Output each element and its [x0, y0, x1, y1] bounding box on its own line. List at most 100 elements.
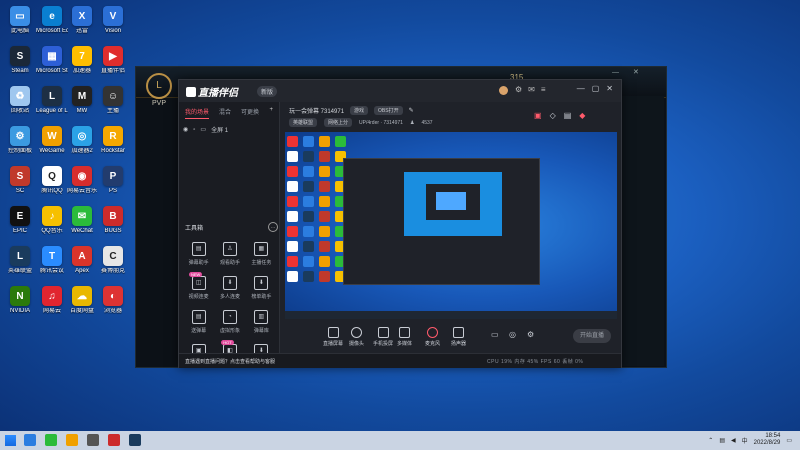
desktop-shortcut[interactable]: C 赛博朋克	[97, 246, 129, 286]
desktop-shortcut[interactable]: ◎ 加速器2	[66, 126, 98, 166]
toolbox-item[interactable]: ◫ 视频连麦 NEW	[183, 272, 214, 300]
maximize-icon[interactable]: ▢	[592, 84, 600, 93]
desktop-shortcut[interactable]: P PS	[97, 166, 129, 206]
desktop-shortcut[interactable]: X 迅雷	[66, 6, 98, 46]
tab-my-scenes[interactable]: 我的场景	[185, 107, 210, 119]
desktop-shortcut[interactable]: N NVIDIA	[4, 286, 36, 326]
desktop-shortcut[interactable]: ♫ 网易云	[36, 286, 68, 326]
taskbar-app-icon[interactable]	[108, 434, 120, 446]
settings-icon[interactable]: ◎	[509, 330, 516, 339]
taskbar-app-icon[interactable]	[129, 434, 141, 446]
control-button[interactable]: 直播屏幕	[323, 327, 343, 347]
desktop-shortcut[interactable]: W WeGame	[36, 126, 68, 166]
desktop-shortcut[interactable]: 7 加速器	[66, 46, 98, 86]
toolbox-more-icon[interactable]: …	[268, 222, 278, 232]
toolbox-grid: ▤ 弹幕助手 ♙ 观看助手 ▦ 主播任务 ◫ 视频连麦 NEW ⬇ 多人连麦 ⬇ 榜单助手 ▤ 送弹幕 ◔ 虚拟…	[183, 242, 277, 368]
gift-icon[interactable]: ▣	[534, 111, 542, 120]
desktop-shortcut[interactable]: Q 腾讯QQ	[36, 166, 68, 206]
help-notice[interactable]: 直播遇到直播问题？点击查看帮助与客服	[185, 358, 275, 365]
desktop-shortcut[interactable]: L 英雄联盟	[4, 246, 36, 286]
toolbox-item[interactable]: ♙ 观看助手	[214, 242, 245, 266]
desktop-shortcut[interactable]: ♻ 回收站	[4, 86, 36, 126]
game-window-controls[interactable]: — ✕	[612, 68, 645, 76]
desktop-shortcut[interactable]: ▭ 此电脑	[4, 6, 36, 46]
control-button[interactable]: 摄像头	[349, 327, 364, 347]
fire-icon[interactable]: ◆	[579, 111, 585, 120]
chevron-up-icon[interactable]: ⌃	[708, 437, 713, 444]
category-pill[interactable]: 英雄联盟	[289, 118, 318, 127]
gear-icon[interactable]: ⚙	[527, 330, 534, 339]
control-button[interactable]: 手机投屏	[373, 327, 393, 347]
clock[interactable]: 18:54 2022/8/29	[754, 433, 781, 447]
bell-icon[interactable]: ◇	[550, 111, 556, 120]
obs-pill[interactable]: OBS打开	[374, 106, 403, 115]
settings-icon[interactable]: ⚙	[515, 85, 522, 94]
desktop-shortcut[interactable]: B BUGS	[97, 206, 129, 246]
game-pvp-tab[interactable]: PVP	[152, 100, 166, 107]
room-name[interactable]: 玩一会弹幕 7314971	[289, 106, 344, 115]
taskbar-app-icon[interactable]	[66, 434, 78, 446]
toolbox-item[interactable]: ◔ 虚拟形象	[214, 310, 245, 334]
desktop-shortcut[interactable]: ☁ 百度网盘	[66, 286, 98, 326]
lock-icon[interactable]: ▫	[193, 127, 195, 133]
desktop-shortcut[interactable]: V Vision	[97, 6, 129, 46]
desktop-shortcut[interactable]: S Steam	[4, 46, 36, 86]
start-live-button[interactable]: 开始直播	[573, 329, 611, 343]
toolbox-item[interactable]: ▤ 送弹幕	[183, 310, 214, 334]
close-icon[interactable]: ✕	[606, 84, 613, 93]
desktop-shortcut[interactable]: ☺ 主播	[97, 86, 129, 126]
desktop-shortcut[interactable]: ♪ QQ音乐	[36, 206, 68, 246]
desktop-shortcut[interactable]: L League of Legends	[36, 86, 68, 126]
stream-preview[interactable]	[285, 132, 617, 319]
desktop-shortcut[interactable]: ◉ 网易云音乐	[66, 166, 98, 206]
eye-icon[interactable]: ◉	[183, 126, 188, 133]
streaming-app-window[interactable]: 直播伴侣 新版 ⚙ ✉ ≡ — ▢ ✕ 我的场景 混合 可更换 + ◉ ▫ ▭ …	[178, 79, 622, 368]
start-icon[interactable]	[5, 435, 16, 446]
toolbox-item[interactable]: ⬇ 榜单助手	[246, 276, 277, 300]
avatar[interactable]	[499, 86, 508, 95]
preview-icon	[303, 151, 314, 162]
desktop-shortcut[interactable]: ✉ WeChat	[66, 206, 98, 246]
edit-icon[interactable]: ✎	[409, 107, 414, 114]
desktop-shortcut[interactable]: ▶ 直播伴侣	[97, 46, 129, 86]
desktop-shortcut[interactable]: E EPIC	[4, 206, 36, 246]
desktop-shortcut[interactable]: ◐ 浏览器	[97, 286, 129, 326]
desktop-shortcut[interactable]: R Rockstar	[97, 126, 129, 166]
preview-taskbar	[285, 311, 617, 319]
toolbox-item[interactable]: ⬇ 多人连麦	[214, 276, 245, 300]
desktop-shortcut[interactable]: e Microsoft Edge	[36, 6, 68, 46]
chart-icon[interactable]: ▤	[564, 111, 572, 120]
minimize-icon[interactable]: —	[577, 84, 585, 93]
desktop-shortcut[interactable]: T 腾讯会议	[36, 246, 68, 286]
taskbar-app-icon[interactable]	[24, 434, 36, 446]
category-label[interactable]: 网络上分	[324, 118, 353, 127]
preview-icon	[319, 256, 330, 267]
add-scene-icon[interactable]: +	[269, 107, 273, 119]
room-tag[interactable]: 游戏	[350, 106, 369, 115]
ime-icon[interactable]: 中	[742, 436, 748, 445]
toolbox-item[interactable]: ▤ 弹幕助手	[183, 242, 214, 266]
camera-icon[interactable]: ▭	[491, 330, 499, 339]
control-button[interactable]: 多媒体	[397, 327, 412, 347]
desktop-shortcut[interactable]: S SC	[4, 166, 36, 206]
desktop-shortcut[interactable]: ▦ Microsoft Store	[36, 46, 68, 86]
taskbar-app-icon[interactable]	[87, 434, 99, 446]
tool-label: 视频连麦	[188, 294, 209, 300]
network-icon[interactable]: ▤	[719, 437, 725, 444]
toolbox-item[interactable]: ▥ 弹幕库	[246, 310, 277, 334]
scene-item[interactable]: ◉ ▫ ▭ 全屏 1	[183, 125, 275, 135]
message-icon[interactable]: ✉	[528, 85, 535, 94]
tab-mix[interactable]: 混合	[219, 107, 231, 119]
tab-replace[interactable]: 可更换	[241, 107, 259, 119]
menu-icon[interactable]: ≡	[541, 85, 546, 94]
toolbox-item[interactable]: ▦ 主播任务	[246, 242, 277, 266]
notification-icon[interactable]: ▭	[786, 437, 792, 444]
desktop-shortcut[interactable]: M MW	[66, 86, 98, 126]
desktop-shortcut[interactable]: A Apex	[66, 246, 98, 286]
desktop-shortcut[interactable]: ⚙ 控制面板	[4, 126, 36, 166]
control-button[interactable]: 扬声器	[451, 327, 466, 347]
taskbar-app-icon[interactable]	[45, 434, 57, 446]
control-button[interactable]: 麦克风	[425, 327, 440, 347]
volume-icon[interactable]: ◀	[731, 437, 736, 444]
version-badge[interactable]: 新版	[257, 86, 278, 97]
